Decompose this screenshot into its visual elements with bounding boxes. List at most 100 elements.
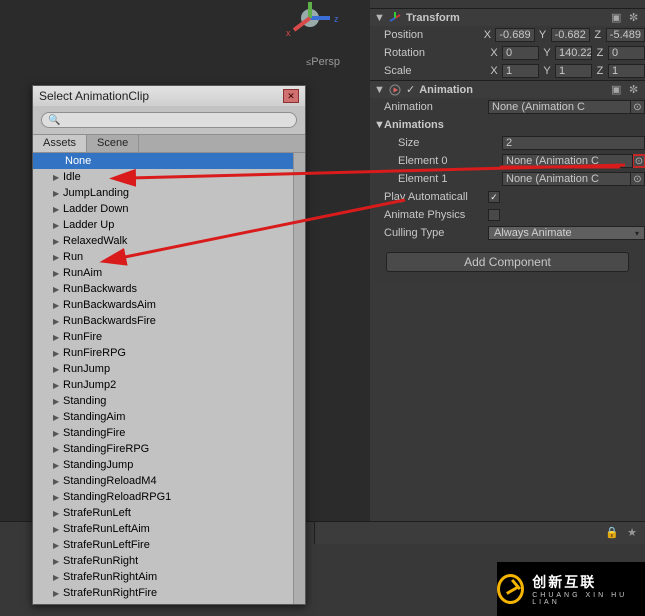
gear-icon[interactable]: ✼: [629, 11, 641, 24]
scrollbar[interactable]: [293, 153, 305, 604]
play-icon: ▶: [53, 221, 63, 230]
list-item[interactable]: ▶Ladder Down: [33, 201, 293, 217]
play-auto-checkbox[interactable]: ✓: [488, 191, 500, 203]
tab-scene[interactable]: Scene: [87, 135, 139, 152]
list-item[interactable]: ▶Idle: [33, 169, 293, 185]
list-item-label: RelaxedWalk: [63, 235, 127, 247]
select-animationclip-window: Select AnimationClip ✕ 🔍 Assets Scene No…: [32, 85, 306, 605]
list-item[interactable]: ▶RunJump2: [33, 377, 293, 393]
list-item-label: StrafeRunRightAim: [63, 571, 157, 583]
list-item[interactable]: ▶RunJump: [33, 361, 293, 377]
list-item[interactable]: ▶RunBackwardsAim: [33, 297, 293, 313]
element0-label: Element 0: [398, 155, 502, 167]
list-item[interactable]: ▶RunFire: [33, 329, 293, 345]
object-picker-icon[interactable]: ⊙: [631, 100, 645, 114]
culling-dropdown[interactable]: Always Animate: [488, 226, 645, 240]
animation-clip-row: Animation None (Animation C ⊙: [370, 98, 645, 116]
foldout-toggle-icon[interactable]: ▼: [374, 12, 384, 24]
watermark-logo-icon: [497, 574, 524, 604]
play-auto-row: Play Automaticall ✓: [370, 188, 645, 206]
animation-clip-field[interactable]: None (Animation C: [488, 100, 631, 114]
list-item[interactable]: ▶StandingReloadM4: [33, 473, 293, 489]
play-icon: ▶: [53, 365, 63, 374]
help-icon[interactable]: ▣: [611, 11, 623, 24]
animate-physics-checkbox[interactable]: [488, 209, 500, 221]
object-picker-icon[interactable]: ⊙: [632, 154, 645, 168]
selector-list[interactable]: None▶Idle▶JumpLanding▶Ladder Down▶Ladder…: [33, 153, 293, 604]
play-icon: ▶: [53, 381, 63, 390]
list-item-label: RunAim: [63, 267, 102, 279]
svg-text:x: x: [286, 28, 291, 38]
play-icon: ▶: [53, 189, 63, 198]
list-item[interactable]: ▶StrafeRunRight: [33, 553, 293, 569]
list-item[interactable]: ▶RunAim: [33, 265, 293, 281]
position-x-field[interactable]: -0.689: [495, 28, 534, 42]
list-item[interactable]: None: [33, 153, 293, 169]
list-item[interactable]: ▶StandingReloadRPG1: [33, 489, 293, 505]
star-icon[interactable]: ★: [625, 526, 639, 540]
play-icon: ▶: [53, 285, 63, 294]
close-icon[interactable]: ✕: [283, 89, 299, 103]
orientation-gizmo[interactable]: z x: [280, 0, 340, 40]
watermark-brand: 创新互联: [532, 574, 596, 590]
tab-assets[interactable]: Assets: [33, 135, 87, 152]
foldout-toggle-icon[interactable]: ▼: [374, 84, 384, 96]
play-icon: ▶: [53, 525, 63, 534]
list-item[interactable]: ▶Run: [33, 249, 293, 265]
scale-y-field[interactable]: 1: [555, 64, 592, 78]
list-item[interactable]: ▶RelaxedWalk: [33, 233, 293, 249]
animations-size-field[interactable]: 2: [502, 136, 645, 150]
list-item[interactable]: ▶StrafeRunLeftFire: [33, 537, 293, 553]
foldout-toggle-icon[interactable]: ▼: [374, 119, 384, 131]
list-item[interactable]: ▶StrafeWalkLeft: [33, 601, 293, 604]
transform-title: Transform: [406, 12, 607, 24]
animation-header[interactable]: ▼ ✓ Animation ▣ ✼: [370, 80, 645, 98]
list-item-label: StandingReloadM4: [63, 475, 157, 487]
gear-icon[interactable]: ✼: [629, 83, 641, 96]
animation-enable-checkbox[interactable]: ✓: [406, 83, 415, 96]
position-row: Position X-0.689 Y-0.682 Z-5.489: [370, 26, 645, 44]
rotation-x-field[interactable]: 0: [502, 46, 539, 60]
list-item[interactable]: ▶StrafeRunLeftAim: [33, 521, 293, 537]
element0-field[interactable]: None (Animation C: [502, 154, 633, 168]
scale-x-field[interactable]: 1: [502, 64, 539, 78]
search-icon: 🔍: [48, 115, 60, 126]
list-item-label: Ladder Up: [63, 219, 114, 231]
lock-icon[interactable]: 🔒: [605, 526, 619, 540]
animations-size-row: Size 2: [370, 134, 645, 152]
list-item[interactable]: ▶Ladder Up: [33, 217, 293, 233]
element1-field[interactable]: None (Animation C: [502, 172, 631, 186]
list-item[interactable]: ▶StandingAim: [33, 409, 293, 425]
position-z-field[interactable]: -5.489: [606, 28, 645, 42]
help-icon[interactable]: ▣: [611, 83, 623, 96]
list-item[interactable]: ▶StandingJump: [33, 457, 293, 473]
list-item[interactable]: ▶StandingFire: [33, 425, 293, 441]
list-item[interactable]: ▶Standing: [33, 393, 293, 409]
list-item[interactable]: ▶RunBackwards: [33, 281, 293, 297]
play-icon: ▶: [53, 589, 63, 598]
list-item[interactable]: ▶JumpLanding: [33, 185, 293, 201]
list-item[interactable]: ▶RunBackwardsFire: [33, 313, 293, 329]
selector-titlebar[interactable]: Select AnimationClip ✕: [33, 86, 305, 106]
list-item[interactable]: ▶StandingFireRPG: [33, 441, 293, 457]
scale-z-field[interactable]: 1: [608, 64, 645, 78]
list-item-label: StrafeRunRight: [63, 555, 138, 567]
play-icon: ▶: [53, 461, 63, 470]
list-item[interactable]: ▶StrafeRunLeft: [33, 505, 293, 521]
svg-text:z: z: [334, 14, 339, 24]
add-component-button[interactable]: Add Component: [386, 252, 629, 272]
inspector-panel: ▼ Transform ▣ ✼ Position X-0.689 Y-0.682…: [370, 8, 645, 282]
search-input[interactable]: 🔍: [41, 112, 297, 128]
animations-foldout[interactable]: ▼ Animations: [370, 116, 645, 134]
list-item-label: StandingFireRPG: [63, 443, 149, 455]
transform-header[interactable]: ▼ Transform ▣ ✼: [370, 8, 645, 26]
list-item[interactable]: ▶StrafeRunRightFire: [33, 585, 293, 601]
rotation-z-field[interactable]: 0: [608, 46, 645, 60]
position-y-field[interactable]: -0.682: [551, 28, 590, 42]
list-item[interactable]: ▶RunFireRPG: [33, 345, 293, 361]
play-icon: ▶: [53, 237, 63, 246]
list-item[interactable]: ▶StrafeRunRightAim: [33, 569, 293, 585]
object-picker-icon[interactable]: ⊙: [631, 172, 645, 186]
scale-row: Scale X1 Y1 Z1: [370, 62, 645, 80]
rotation-y-field[interactable]: 140.22: [555, 46, 592, 60]
